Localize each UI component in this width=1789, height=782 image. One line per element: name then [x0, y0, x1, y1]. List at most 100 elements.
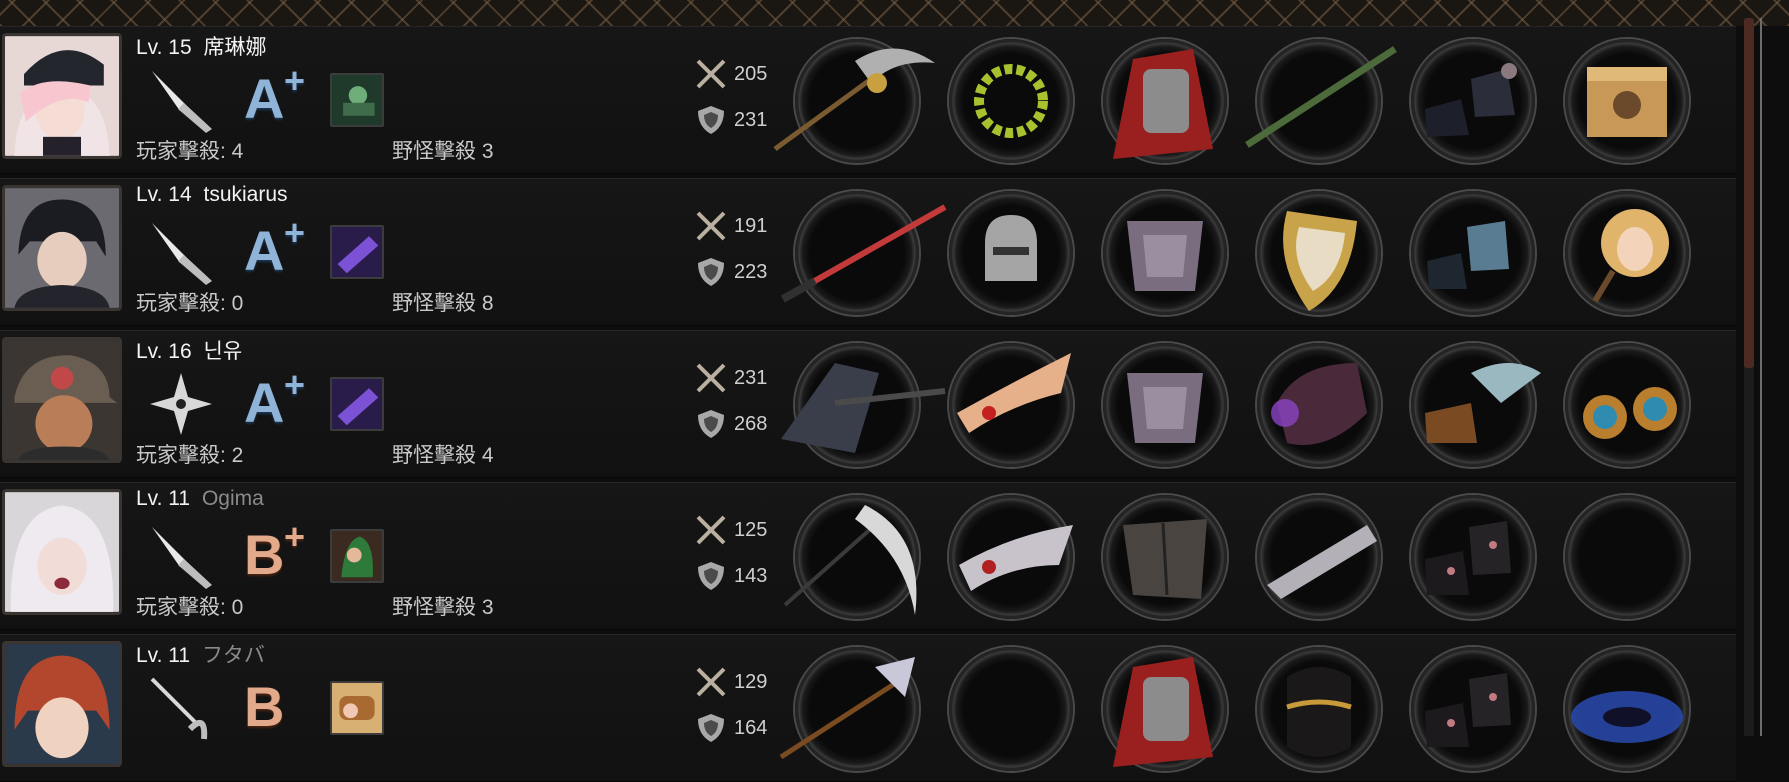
- grade-plus: +: [284, 212, 306, 253]
- gold-bracer-icon: [1286, 667, 1352, 757]
- shield-icon: [698, 106, 724, 134]
- black-boots-icon: [1425, 673, 1511, 747]
- grade-badge: A +: [244, 212, 324, 285]
- scroll-track-line: [1760, 18, 1762, 736]
- equipment-slot-arm[interactable]: [1257, 191, 1381, 315]
- equipment-slot-leg[interactable]: [1411, 647, 1535, 771]
- player-name: 닌유: [203, 340, 243, 363]
- player-level-line: Lv. 16 닌유: [136, 335, 242, 365]
- player-row[interactable]: Lv. 11 Ogima B + 玩家擊殺: 0 野怪擊殺 3 125 143: [0, 482, 1736, 630]
- crossed-swords-icon: [696, 667, 726, 697]
- winged-boots-icon: [1425, 363, 1541, 443]
- vertical-scrollbar[interactable]: [1744, 18, 1754, 736]
- knife-icon: [152, 223, 212, 285]
- player-kills: 玩家擊殺: 0: [136, 596, 244, 619]
- winged-tiara-icon: [957, 353, 1071, 433]
- player-name: Ogima: [201, 487, 264, 510]
- equipment-slot-head[interactable]: [949, 495, 1073, 619]
- attack-value: 231: [734, 367, 768, 389]
- gold-earrings-icon: [1583, 387, 1677, 439]
- defense-value: 223: [734, 261, 768, 283]
- cat-box-icon: [1587, 67, 1667, 137]
- equipment-slot-arm[interactable]: [1257, 647, 1381, 771]
- bread-skill-icon: [330, 681, 384, 735]
- equipment-slot-head[interactable]: [949, 39, 1073, 163]
- bone-scythe-icon: [783, 505, 917, 615]
- equipment-slot-accessory[interactable]: [1565, 39, 1689, 163]
- red-cape-armor-icon: [1113, 657, 1213, 767]
- equipment-slot-arm[interactable]: [1245, 39, 1397, 163]
- equipment-slot-chest[interactable]: [1103, 647, 1227, 771]
- dark-boots-icon: [1425, 63, 1517, 137]
- equipment-slot-leg[interactable]: [1411, 495, 1535, 619]
- grade-badge: B: [244, 671, 324, 741]
- crossed-swords-icon: [696, 363, 726, 393]
- sniper-skill-icon: [330, 73, 384, 127]
- defense-value: 164: [734, 717, 768, 739]
- player-level-line: Lv. 15 席琳娜: [136, 31, 267, 61]
- grade-letter: B: [244, 675, 285, 738]
- equipment-slot-leg[interactable]: [1411, 343, 1541, 467]
- attack-value: 205: [734, 63, 768, 85]
- player-level: Lv. 14: [136, 183, 192, 206]
- shield-icon: [698, 714, 724, 742]
- equipment-slot-head[interactable]: [949, 191, 1073, 315]
- equipment-slot-accessory[interactable]: [1565, 191, 1689, 315]
- equipment-slot-weapon[interactable]: [773, 39, 935, 163]
- crossed-swords-icon: [696, 515, 726, 545]
- player-row[interactable]: Lv. 15 席琳娜 A + 玩家擊殺: 4 野怪擊殺 3 205 231: [0, 26, 1736, 174]
- player-name: tsukiarus: [203, 183, 288, 206]
- equipment-slot-leg[interactable]: [1411, 191, 1535, 315]
- equipment-slot-weapon[interactable]: [781, 191, 947, 315]
- defense-value: 268: [734, 413, 768, 435]
- grade-letter: A: [244, 371, 285, 434]
- attack-value: 191: [734, 215, 768, 237]
- player-row[interactable]: Lv. 16 닌유 A + 玩家擊殺: 2 野怪擊殺 4 231 268: [0, 330, 1736, 478]
- laurel-wreath-icon: [974, 64, 1048, 138]
- grade-badge: A +: [244, 60, 324, 133]
- player-avatar: [2, 489, 122, 615]
- portrait-fan-icon: [1592, 209, 1669, 303]
- scrollbar-thumb[interactable]: [1744, 18, 1754, 368]
- player-level: Lv. 11: [136, 644, 191, 667]
- equipment-slot-accessory[interactable]: [1565, 495, 1689, 619]
- grade-letter: A: [244, 219, 285, 282]
- grade-plus: +: [284, 60, 306, 101]
- dark-axe-icon: [781, 363, 946, 453]
- player-avatar: [2, 33, 122, 159]
- scythe-weapon-icon: [773, 48, 935, 152]
- equipment-slot-accessory[interactable]: [1565, 647, 1689, 771]
- equipment-slot-accessory[interactable]: [1565, 343, 1689, 467]
- equipment-slot-arm[interactable]: [1257, 495, 1381, 619]
- silver-tiara-icon: [959, 525, 1073, 591]
- silver-bracer-icon: [1267, 525, 1377, 599]
- player-level-line: Lv. 14 tsukiarus: [136, 183, 288, 207]
- equipment-slot-arm[interactable]: [1257, 343, 1381, 467]
- knife-icon: [152, 527, 212, 589]
- crossed-swords-icon: [696, 211, 726, 241]
- equipment-slot-weapon[interactable]: [781, 343, 946, 467]
- player-level: Lv. 15: [136, 36, 192, 59]
- grade-letter: B: [244, 523, 285, 586]
- empty-slot: [949, 647, 1073, 771]
- monster-kills: 野怪擊殺 3: [392, 140, 494, 163]
- spear-axe-icon: [779, 657, 915, 760]
- equipment-slot-chest[interactable]: [1103, 191, 1227, 315]
- player-row[interactable]: Lv. 11 フタバ B 129 164: [0, 634, 1736, 782]
- player-avatar: [2, 641, 122, 767]
- grade-badge: B +: [244, 517, 324, 589]
- steel-armor-icon: [1127, 221, 1203, 291]
- player-row[interactable]: Lv. 14 tsukiarus A + 玩家擊殺: 0 野怪擊殺 8 191: [0, 178, 1736, 326]
- shuriken-icon: [150, 373, 212, 435]
- equipment-slot-leg[interactable]: [1411, 39, 1535, 163]
- equipment-slot-chest[interactable]: [1103, 495, 1227, 619]
- rapier-icon: [150, 677, 208, 740]
- equipment-slot-chest[interactable]: [1103, 343, 1227, 467]
- player-avatar: [2, 185, 122, 311]
- equipment-slot-weapon[interactable]: [783, 495, 919, 619]
- galaxy-icon: [1571, 691, 1683, 743]
- equipment-slot-head[interactable]: [949, 647, 1073, 771]
- equipment-slot-head[interactable]: [949, 343, 1073, 467]
- equipment-slot-chest[interactable]: [1103, 39, 1227, 163]
- equipment-slot-weapon[interactable]: [779, 647, 919, 771]
